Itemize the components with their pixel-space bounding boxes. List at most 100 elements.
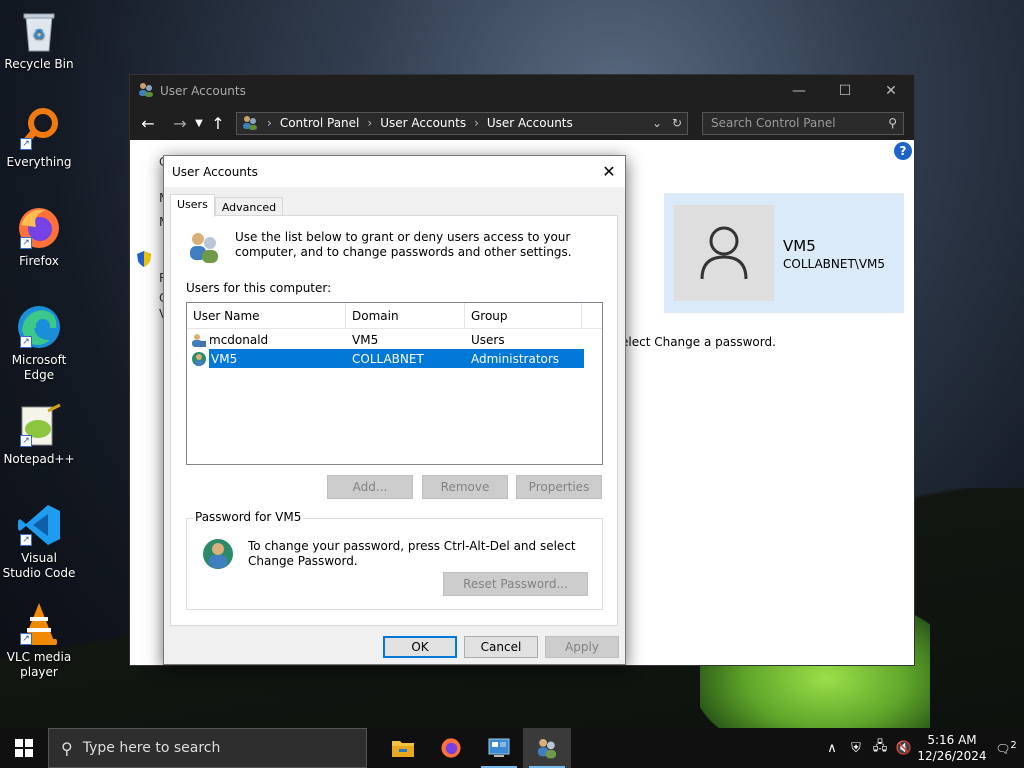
search-control-panel-input[interactable]: Search Control Panel ⚲ [702,111,904,135]
remove-user-button[interactable]: Remove [422,475,508,499]
taskbar-firefox[interactable] [427,728,475,768]
breadcrumb-separator-icon: › [267,116,272,130]
address-toolbar: ← → ▼ ↑ › Control Panel › User Accounts … [130,106,914,140]
cp-window-title: User Accounts [160,83,246,98]
dialog-title: User Accounts [172,164,258,179]
reset-password-button[interactable]: Reset Password... [443,572,588,596]
desktop-icon-vlc[interactable]: ↗ VLC media player [2,601,76,680]
start-button[interactable] [0,728,48,768]
taskbar-user-accounts[interactable] [523,728,571,768]
address-bar[interactable]: › Control Panel › User Accounts › User A… [236,111,688,135]
add-user-button[interactable]: Add... [327,475,413,499]
clock-time: 5:16 AM [927,733,977,747]
notepadpp-icon: ↗ [16,403,62,449]
minimize-button[interactable]: — [776,75,822,106]
password-instructions: To change your password, press Ctrl-Alt-… [248,539,576,568]
user-icon [192,333,206,347]
desktop-icon-vscode[interactable]: ↗ Visual Studio Code [2,502,76,581]
user-accounts-icon [138,81,154,100]
user-accounts-icon [537,738,557,759]
intro-text: Use the list below to grant or deny user… [235,230,572,259]
properties-button[interactable]: Properties [516,475,602,499]
file-explorer-icon [392,741,414,757]
firefox-icon [441,738,461,758]
show-hidden-icons-chevron-icon[interactable]: ∧ [820,741,844,756]
security-tray-icon[interactable]: ⛨ [844,741,868,756]
recent-locations-chevron-icon[interactable]: ▼ [192,118,206,129]
forward-arrow-icon[interactable]: → [168,114,192,133]
volume-muted-icon[interactable]: 🔇 [892,741,916,756]
breadcrumb-user-accounts[interactable]: User Accounts [380,116,466,130]
cancel-button[interactable]: Cancel [464,636,538,658]
address-dropdown-chevron-icon[interactable]: ⌄ [647,116,667,130]
desktop-icon-notepadpp[interactable]: ↗ Notepad++ [2,403,76,467]
breadcrumb-control-panel[interactable]: Control Panel [280,116,360,130]
breadcrumb-separator-icon: › [367,116,373,130]
tab-users[interactable]: Users [170,194,215,217]
svg-text:♻: ♻ [33,27,46,43]
taskbar-control-panel[interactable] [475,728,523,768]
taskbar-search-placeholder: Type here to search [82,740,221,756]
shortcut-arrow-icon: ↗ [20,435,32,447]
maximize-button[interactable]: ☐ [822,75,868,106]
close-button[interactable]: ✕ [868,75,914,106]
desktop-icon-label: VLC media player [6,650,72,679]
cell-domain: VM5 [352,332,379,347]
taskbar-search-box[interactable]: ⚲ Type here to search [48,728,367,768]
password-group-legend: Password for VM5 [193,510,304,524]
up-arrow-icon[interactable]: ↑ [206,114,230,133]
column-domain[interactable]: Domain [346,303,465,328]
recycle-bin-icon: ♻ [16,8,62,54]
column-user-name[interactable]: User Name [187,303,346,328]
current-user-card: VM5 COLLABNET\VM5 [664,193,904,313]
dialog-tabs: Users Advanced [170,194,284,217]
desktop-icon-recycle-bin[interactable]: ♻ Recycle Bin [2,8,76,72]
desktop-icon-label: Notepad++ [3,452,75,466]
taskbar-file-explorer[interactable] [379,728,427,768]
network-icon[interactable]: 🖧 [868,737,892,759]
desktop-icon-label: Firefox [19,254,59,268]
desktop-icon-label: Microsoft Edge [11,353,67,382]
shortcut-arrow-icon: ↗ [20,534,32,546]
cell-user-name: mcdonald [209,332,269,347]
tab-advanced[interactable]: Advanced [214,197,284,217]
shortcut-arrow-icon: ↗ [20,138,32,150]
help-icon[interactable]: ? [894,142,912,160]
desktop-icon-firefox[interactable]: ↗ Firefox [2,205,76,269]
clock[interactable]: 5:16 AM 12/26/2024 [916,732,988,764]
clock-date: 12/26/2024 [917,749,987,763]
cell-domain: COLLABNET [352,351,424,366]
users-group-icon [190,233,218,263]
search-icon[interactable]: ⚲ [888,116,897,130]
shortcut-arrow-icon: ↗ [20,336,32,348]
users-list[interactable]: User Name Domain Group mcdonald VM5 User… [186,302,603,465]
column-group[interactable]: Group [465,303,582,328]
apply-button[interactable]: Apply [545,636,619,658]
table-row-selected[interactable]: VM5 COLLABNET Administrators [187,349,602,368]
breadcrumb-separator-icon: › [474,116,479,130]
back-arrow-icon[interactable]: ← [136,114,160,133]
cp-titlebar[interactable]: User Accounts — ☐ ✕ [130,75,914,106]
notification-center-button[interactable]: 🗨2 [988,740,1024,756]
password-user-icon [203,539,233,569]
refresh-icon[interactable]: ↻ [667,116,687,130]
desktop-icon-edge[interactable]: ↗ Microsoft Edge [2,304,76,383]
dialog-close-icon[interactable]: ✕ [593,162,625,181]
desktop-icon-label: Everything [6,155,72,169]
search-placeholder: Search Control Panel [711,116,836,130]
table-row[interactable]: mcdonald VM5 Users [187,330,602,349]
user-avatar [674,205,774,301]
users-list-header: User Name Domain Group [187,303,602,329]
desktop-icon-everything[interactable]: ↗ Everything [2,106,76,170]
breadcrumb-user-accounts-current[interactable]: User Accounts [487,116,573,130]
firefox-icon: ↗ [16,205,62,251]
dialog-titlebar[interactable]: User Accounts ✕ [164,156,625,187]
system-tray: ∧ ⛨ 🖧 🔇 5:16 AM 12/26/2024 🗨2 [820,732,1024,764]
taskbar: ⚲ Type here to search ∧ ⛨ 🖧 🔇 5:16 AM 12… [0,728,1024,768]
user-accounts-dialog: User Accounts ✕ Users Advanced Use the l… [163,155,626,665]
cp-password-hint: elect Change a password. [621,335,776,349]
user-silhouette-icon [700,226,748,280]
ok-button[interactable]: OK [383,636,457,658]
users-list-label: Users for this computer: [186,281,332,295]
user-card-domain: COLLABNET\VM5 [783,257,886,271]
